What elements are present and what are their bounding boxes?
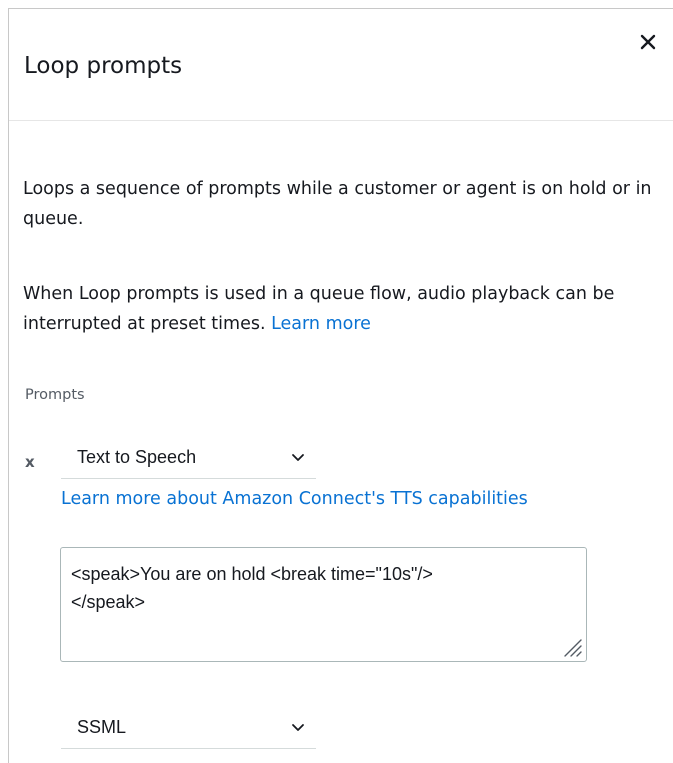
prompts-section-label: Prompts <box>25 387 85 403</box>
ssml-text-area[interactable]: <speak>You are on hold <break time="10s"… <box>60 547 587 662</box>
close-icon <box>640 34 656 50</box>
description-text: Loops a sequence of prompts while a cust… <box>23 179 652 229</box>
chevron-down-icon <box>292 724 304 731</box>
panel-header: Loop prompts <box>9 9 673 121</box>
loop-prompts-panel: Loop prompts Loops a sequence of prompts… <box>8 8 673 763</box>
remove-prompt-button[interactable]: x <box>25 452 35 472</box>
learn-more-link[interactable]: Learn more <box>271 314 371 334</box>
queue-flow-note: When Loop prompts is used in a queue flo… <box>23 279 673 339</box>
close-button[interactable] <box>637 31 661 55</box>
tts-capabilities-link[interactable]: Learn more about Amazon Connect's TTS ca… <box>61 484 528 514</box>
ssml-text-value: <speak>You are on hold <break time="10s"… <box>71 564 433 612</box>
text-format-select[interactable]: SSML <box>61 709 316 749</box>
text-format-value: SSML <box>77 717 127 737</box>
prompt-type-value: Text to Speech <box>77 447 197 467</box>
prompt-type-select[interactable]: Text to Speech <box>61 439 316 479</box>
resize-handle-icon[interactable] <box>561 636 583 658</box>
chevron-down-icon <box>292 454 304 461</box>
panel-title: Loop prompts <box>24 53 183 79</box>
